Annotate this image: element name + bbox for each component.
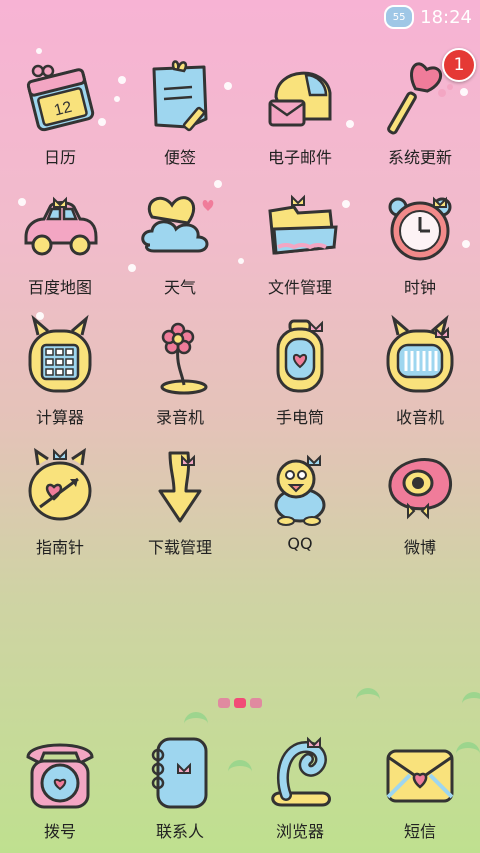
app-label: 百度地图	[27, 278, 92, 297]
page-dot[interactable]	[250, 698, 262, 708]
calculator-icon	[15, 312, 105, 402]
app-label: 时钟	[403, 278, 436, 297]
app-label: 手电筒	[275, 408, 324, 427]
notification-badge: 1	[442, 48, 476, 82]
clock-time: 18:24	[420, 6, 472, 28]
penguin-icon	[255, 442, 345, 532]
radio-icon	[375, 312, 465, 402]
car-icon	[15, 182, 105, 272]
alarm-clock-icon	[375, 182, 465, 272]
compass-icon	[15, 442, 105, 532]
dock: 拨号 联系人 浏览器 短信	[0, 728, 480, 853]
rotary-phone-icon	[15, 728, 105, 818]
app-label: 下载管理	[147, 538, 212, 557]
app-label: 日历	[43, 148, 76, 167]
dock-sms[interactable]: 短信	[360, 728, 480, 853]
app-notes[interactable]: 便签	[120, 52, 240, 182]
status-bar: 55 18:24	[0, 0, 480, 34]
download-arrow-icon	[135, 442, 225, 532]
flower-microphone-icon	[135, 312, 225, 402]
folder-icon	[255, 182, 345, 272]
app-label: 文件管理	[267, 278, 332, 297]
app-label: 电子邮件	[267, 148, 332, 167]
app-recorder[interactable]: 录音机	[120, 312, 240, 442]
app-label: 浏览器	[275, 822, 324, 841]
app-flashlight[interactable]: 手电筒	[240, 312, 360, 442]
weather-icon: 55	[384, 5, 415, 29]
cloud-heart-icon	[135, 182, 225, 272]
app-download-manager[interactable]: 下载管理	[120, 442, 240, 572]
app-label: 天气	[163, 278, 196, 297]
page-dot[interactable]	[218, 698, 230, 708]
dock-browser[interactable]: 浏览器	[240, 728, 360, 853]
app-weather[interactable]: 天气	[120, 182, 240, 312]
app-label: 拨号	[43, 822, 76, 841]
weibo-eye-icon	[375, 442, 465, 532]
app-label: QQ	[287, 534, 313, 553]
app-email[interactable]: 电子邮件	[240, 52, 360, 182]
app-clock[interactable]: 时钟	[360, 182, 480, 312]
page-indicator	[0, 698, 480, 708]
app-label: 系统更新	[387, 148, 452, 167]
app-grid: 12 日历 便签 电子邮件 1 系统更新 百度地图 天气 文件管理 时钟 计算器…	[0, 48, 480, 572]
app-calculator[interactable]: 计算器	[0, 312, 120, 442]
weather-temp: 55	[392, 11, 406, 23]
notepad-icon	[135, 52, 225, 142]
app-label: 短信	[403, 822, 436, 841]
app-label: 收音机	[395, 408, 444, 427]
app-compass[interactable]: 指南针	[0, 442, 120, 572]
swan-browser-icon	[255, 728, 345, 818]
page-dot-active[interactable]	[234, 698, 246, 708]
dock-dialer[interactable]: 拨号	[0, 728, 120, 853]
app-label: 便签	[163, 148, 196, 167]
contacts-book-icon	[135, 728, 225, 818]
app-system-update[interactable]: 1 系统更新	[360, 48, 480, 182]
app-weibo[interactable]: 微博	[360, 442, 480, 572]
envelope-heart-icon	[375, 728, 465, 818]
app-baidu-map[interactable]: 百度地图	[0, 182, 120, 312]
app-radio[interactable]: 收音机	[360, 312, 480, 442]
app-label: 微博	[403, 538, 436, 557]
app-label: 录音机	[155, 408, 204, 427]
app-qq[interactable]: QQ	[240, 442, 360, 572]
app-label: 指南针	[35, 538, 84, 557]
mail-icon	[255, 52, 345, 142]
app-calendar[interactable]: 12 日历	[0, 52, 120, 182]
lantern-icon	[255, 312, 345, 402]
app-label: 联系人	[155, 822, 204, 841]
dock-contacts[interactable]: 联系人	[120, 728, 240, 853]
calendar-icon: 12	[15, 52, 105, 142]
app-file-manager[interactable]: 文件管理	[240, 182, 360, 312]
app-label: 计算器	[35, 408, 84, 427]
